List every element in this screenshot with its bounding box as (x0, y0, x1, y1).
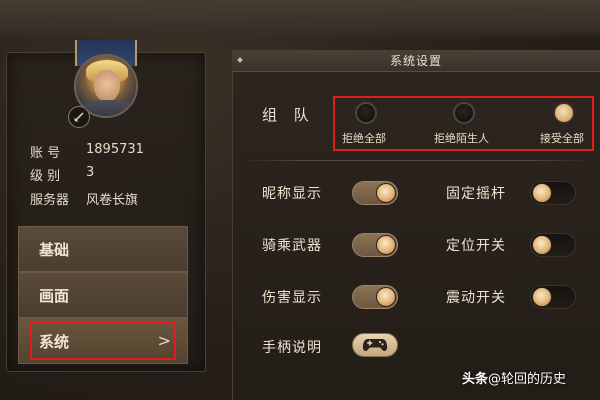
account-row: 账 号 1895731 (30, 142, 144, 161)
gamepad-help-button[interactable] (352, 333, 398, 357)
damage-display-toggle[interactable] (352, 285, 398, 309)
toggle-knob (532, 183, 552, 203)
tab-basic[interactable]: 基础 (18, 226, 188, 272)
divider (238, 160, 594, 161)
level-value: 3 (86, 165, 95, 180)
level-label: 级 别 (30, 169, 61, 184)
radio-accept-all[interactable] (553, 102, 575, 124)
location-switch-label: 定位开关 (446, 238, 506, 254)
radio-reject-strangers-label: 拒绝陌生人 (434, 132, 489, 145)
mount-weapon-toggle[interactable] (352, 233, 398, 257)
top-strip (0, 0, 600, 40)
radio-reject-all-label: 拒绝全部 (342, 132, 386, 145)
gamepad-help-label: 手柄说明 (262, 340, 322, 356)
mount-weapon-label: 骑乘武器 (262, 238, 322, 254)
location-switch-toggle[interactable] (530, 233, 576, 257)
nickname-display-label: 昵称显示 (262, 186, 322, 202)
gamepad-icon (362, 339, 388, 352)
radio-accept-all-label: 接受全部 (540, 132, 584, 145)
tab-system-label: 系统 (39, 332, 70, 351)
sword-icon (68, 106, 90, 128)
settings-title: 系统设置 (389, 54, 442, 68)
account-label: 账 号 (30, 146, 61, 161)
watermark-brand: 头条 (462, 372, 489, 387)
server-label: 服务器 (30, 193, 70, 208)
fixed-joystick-toggle[interactable] (530, 181, 576, 205)
tab-basic-label: 基础 (39, 240, 70, 259)
tab-display[interactable]: 画面 (18, 272, 188, 318)
toggle-knob (376, 183, 396, 203)
watermark: 头条@轮回的历史 (462, 368, 566, 387)
account-value: 1895731 (86, 142, 144, 157)
radio-reject-all[interactable] (355, 102, 377, 124)
fixed-joystick-label: 固定摇杆 (446, 186, 506, 202)
toggle-knob (376, 287, 396, 307)
server-row: 服务器 风卷长旗 (30, 189, 138, 208)
server-value: 风卷长旗 (86, 193, 139, 208)
level-row: 级 别 3 (30, 165, 94, 184)
settings-header: 系统设置 (232, 50, 600, 72)
tab-system[interactable]: 系统 > (18, 318, 188, 364)
radio-reject-strangers[interactable] (453, 102, 475, 124)
team-label: 组 队 (262, 106, 315, 124)
vibration-switch-label: 震动开关 (446, 290, 506, 306)
toggle-knob (532, 235, 552, 255)
vibration-switch-toggle[interactable] (530, 285, 576, 309)
watermark-handle: @轮回的历史 (488, 372, 567, 387)
toggle-knob (376, 235, 396, 255)
toggle-knob (532, 287, 552, 307)
tab-display-label: 画面 (39, 286, 70, 305)
nickname-display-toggle[interactable] (352, 181, 398, 205)
damage-display-label: 伤害显示 (262, 290, 322, 306)
avatar-face (94, 70, 120, 102)
chevron-right-icon: > (157, 331, 171, 350)
